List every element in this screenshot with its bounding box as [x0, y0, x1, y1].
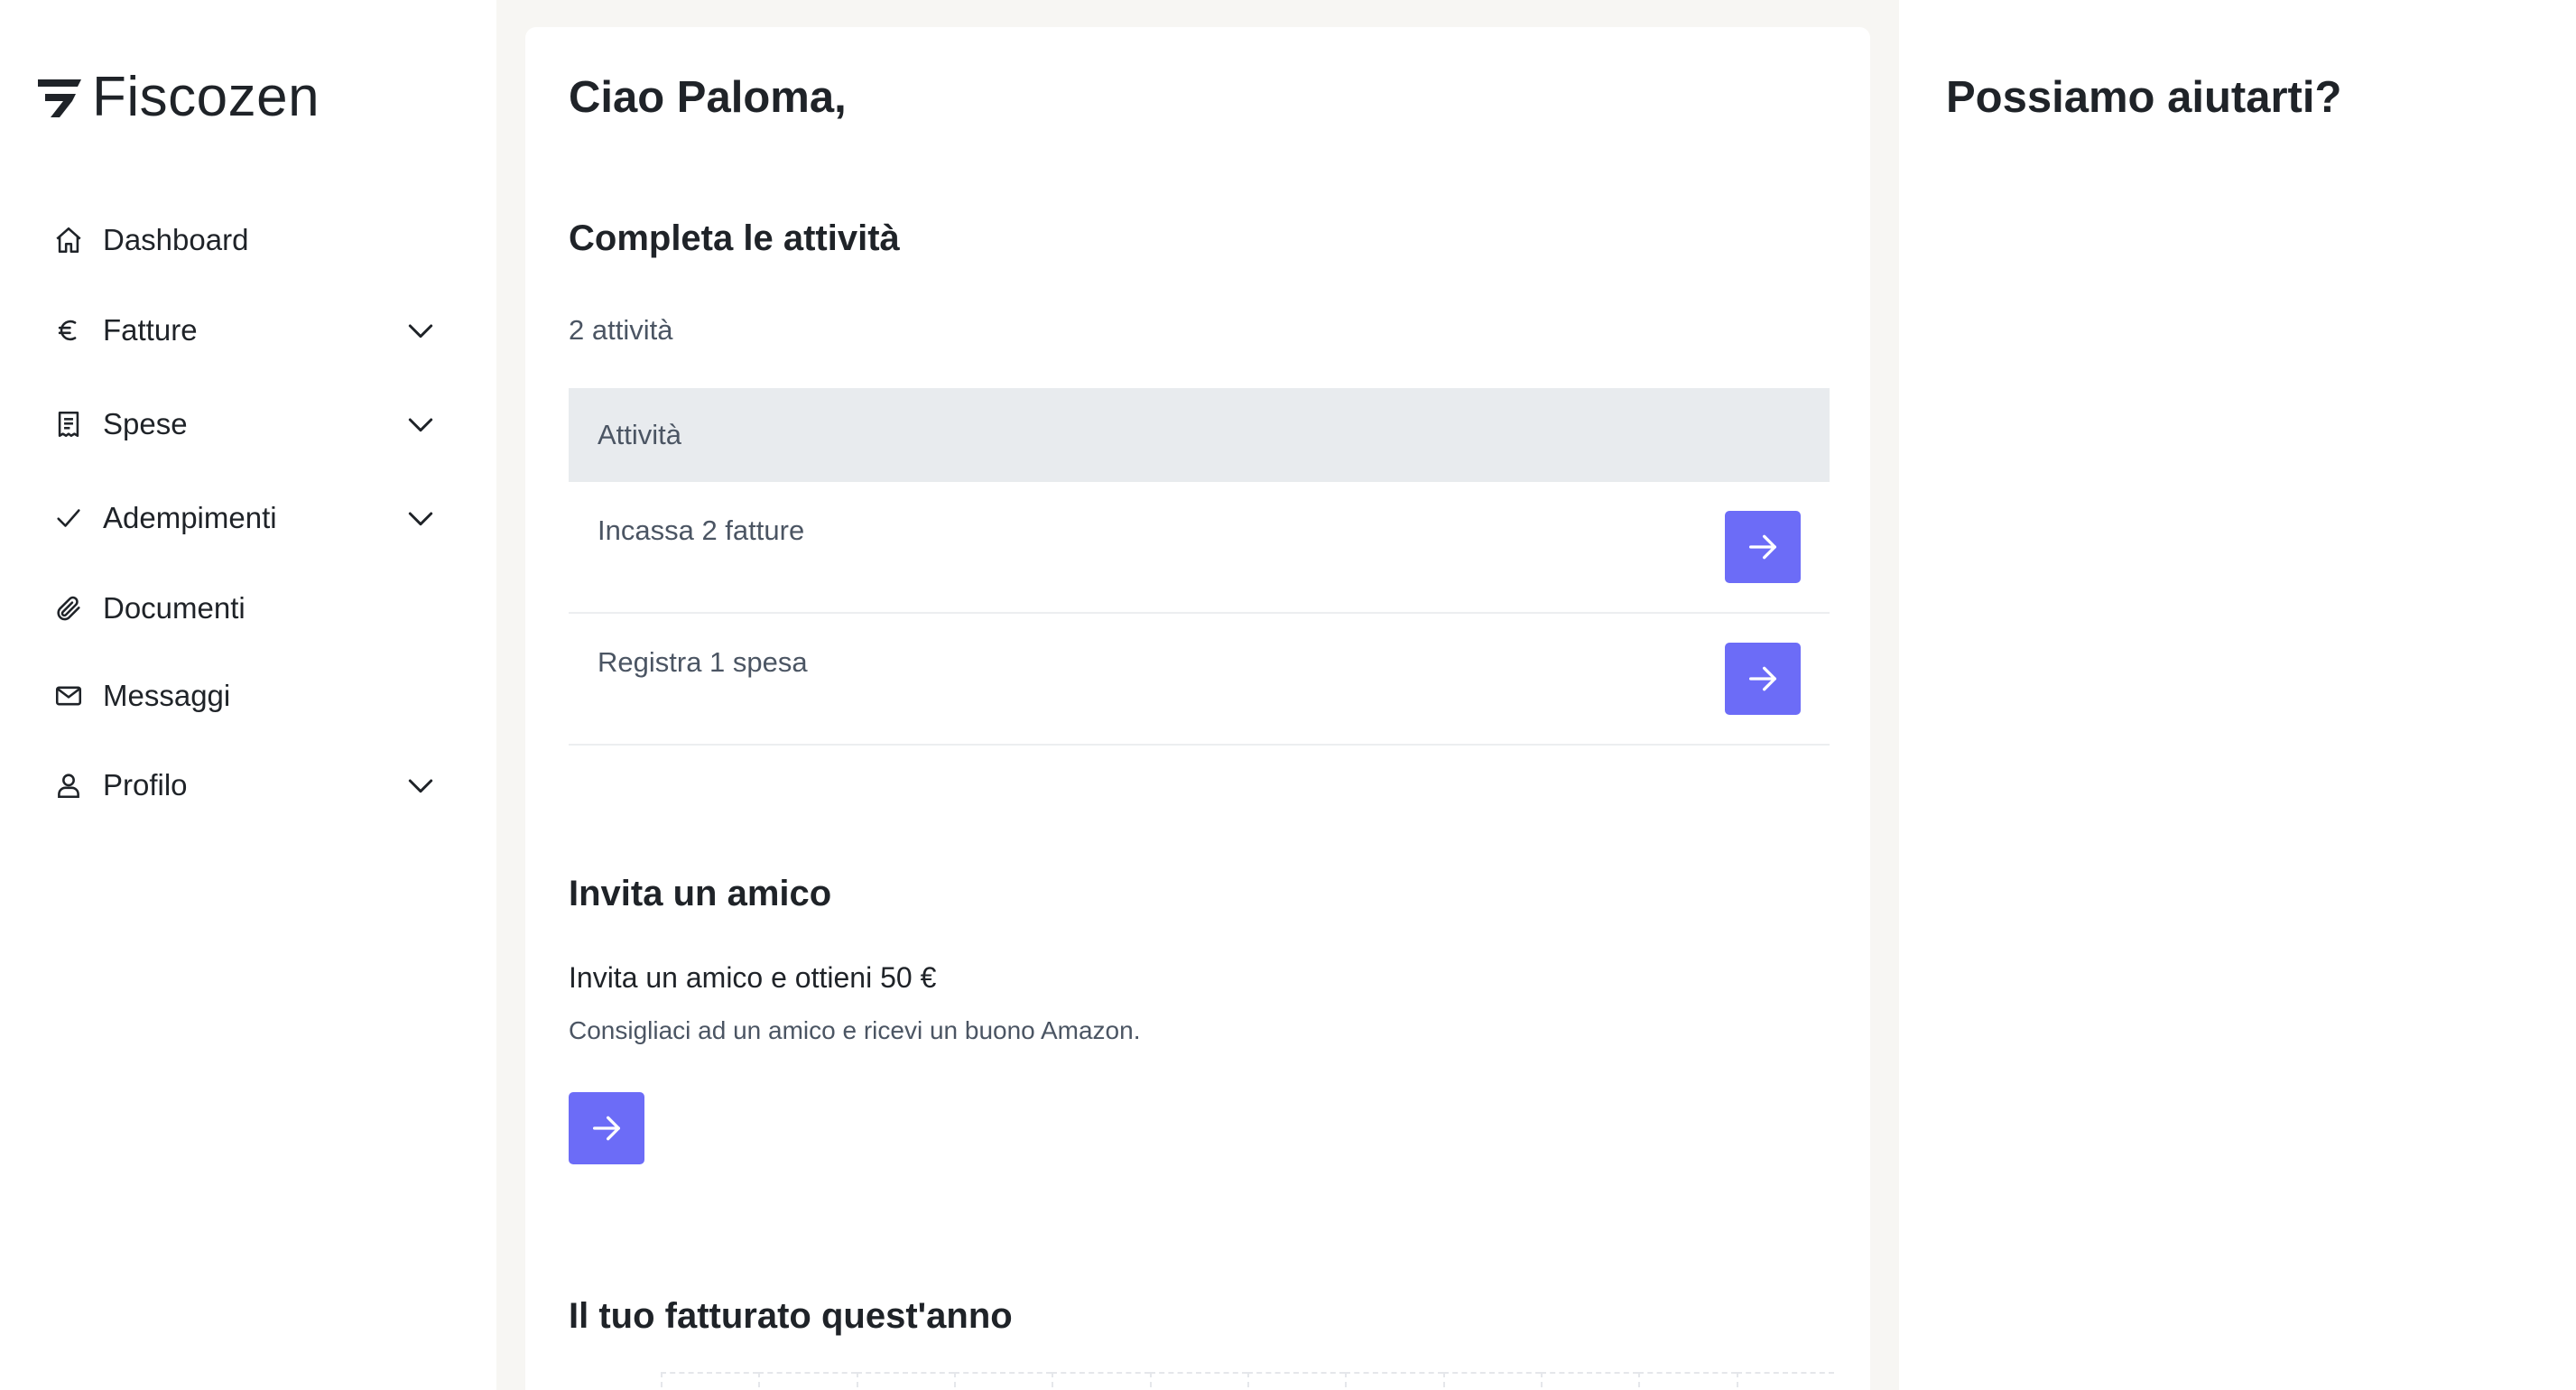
fiscozen-logo-icon [38, 79, 81, 117]
task-label: Incassa 2 fatture [598, 514, 805, 546]
arrow-right-icon [1749, 534, 1776, 560]
sidebar-item-spese[interactable]: Spese [51, 399, 439, 449]
task-label: Registra 1 spesa [598, 646, 808, 678]
sidebar-item-profilo[interactable]: Profilo [51, 760, 439, 811]
table-row: Incassa 2 fatture [569, 482, 1830, 614]
arrow-right-icon [593, 1116, 620, 1141]
sidebar-item-label: Adempimenti [103, 501, 277, 534]
open-task-button[interactable] [1725, 511, 1801, 583]
brand-logo[interactable]: Fiscozen [36, 65, 320, 129]
sidebar-item-adempimenti[interactable]: Adempimenti [51, 493, 439, 543]
greeting-title: Ciao Paloma, [569, 73, 847, 122]
tasks-section-title: Completa le attività [569, 218, 900, 258]
tasks-table: Attività Incassa 2 fatture Registra 1 sp… [569, 388, 1830, 746]
sidebar-item-label: Documenti [103, 591, 246, 625]
sidebar-item-documenti[interactable]: Documenti [51, 583, 439, 634]
brand-name: Fiscozen [92, 66, 320, 128]
open-task-button[interactable] [1725, 643, 1801, 715]
invite-section-title: Invita un amico [569, 874, 832, 913]
paperclip-icon [51, 590, 87, 626]
revenue-section-title: Il tuo fatturato quest'anno [569, 1296, 1013, 1336]
check-icon [51, 500, 87, 536]
invite-subtext: Consigliaci ad un amico e ricevi un buon… [569, 1016, 1141, 1044]
sidebar-item-label: Fatture [103, 313, 198, 347]
help-panel: Possiamo aiutarti? [1899, 0, 2576, 1390]
mail-icon [51, 678, 87, 714]
sidebar-item-label: Dashboard [103, 223, 249, 256]
sidebar-item-dashboard[interactable]: Dashboard [51, 215, 439, 265]
help-title: Possiamo aiutarti? [1946, 73, 2342, 122]
sidebar: Fiscozen Dashboard Fatture Spese Adempim… [0, 0, 496, 1390]
home-icon [51, 222, 87, 258]
arrow-right-icon [1749, 666, 1776, 691]
tasks-table-header: Attività [569, 388, 1830, 482]
sidebar-item-messaggi[interactable]: Messaggi [51, 671, 439, 721]
app: Fiscozen Dashboard Fatture Spese Adempim… [0, 0, 2576, 1390]
table-row: Registra 1 spesa [569, 614, 1830, 746]
receipt-icon [51, 406, 87, 442]
invite-text: Invita un amico e ottieni 50 € [569, 961, 937, 994]
sidebar-item-label: Spese [103, 407, 188, 440]
chevron-down-icon[interactable] [403, 406, 439, 442]
user-icon [51, 767, 87, 803]
sidebar-item-fatture[interactable]: Fatture [51, 305, 439, 356]
dashboard-card: Ciao Paloma, Completa le attività 2 atti… [525, 27, 1870, 1390]
tasks-count: 2 attività [569, 314, 673, 346]
sidebar-item-label: Messaggi [103, 679, 231, 712]
chevron-down-icon[interactable] [403, 312, 439, 348]
revenue-chart-grid [661, 1372, 1834, 1390]
chevron-down-icon[interactable] [403, 767, 439, 803]
sidebar-item-label: Profilo [103, 768, 188, 802]
chevron-down-icon[interactable] [403, 500, 439, 536]
invite-friend-button[interactable] [569, 1092, 644, 1164]
euro-icon [51, 312, 87, 348]
